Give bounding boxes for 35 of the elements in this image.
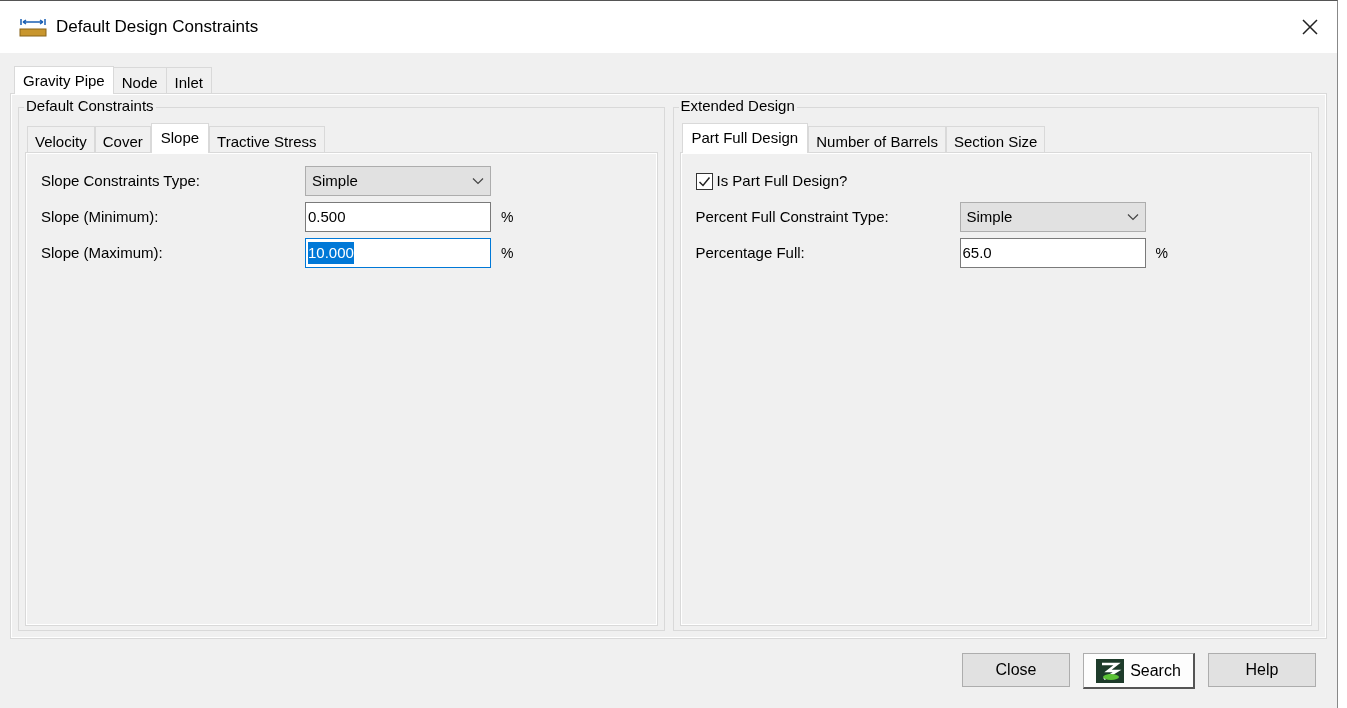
checkbox-label[interactable]: Is Part Full Design? — [716, 169, 848, 193]
dialog-button[interactable]: Close — [962, 653, 1070, 687]
tab[interactable]: Part Full Design — [681, 123, 809, 153]
close-icon[interactable] — [1301, 18, 1319, 36]
input-field[interactable]: 0.500 — [305, 202, 491, 232]
ruler-icon — [19, 17, 47, 37]
unit-label: % — [501, 243, 514, 263]
group-title: Extended Design — [678, 97, 797, 115]
field-label: Percent Full Constraint Type: — [695, 206, 890, 227]
dialog-button[interactable]: Help — [1208, 653, 1316, 687]
field-label: Slope Constraints Type: — [41, 170, 201, 191]
tab[interactable]: Velocity — [27, 126, 95, 152]
tab[interactable]: Node — [113, 67, 167, 93]
checkbox[interactable] — [695, 172, 713, 190]
field-label: Percentage Full: — [695, 242, 806, 263]
logo-icon — [1096, 658, 1125, 683]
tab[interactable]: Section Size — [945, 126, 1046, 152]
tab[interactable]: Cover — [94, 126, 151, 152]
dialog-button[interactable]: Search — [1083, 653, 1195, 689]
chevron-down-icon — [472, 177, 484, 185]
chevron-down-icon — [1126, 213, 1139, 221]
unit-label: % — [501, 207, 514, 227]
input-field[interactable]: 10.000 — [305, 238, 491, 268]
field-label: Slope (Minimum): — [41, 206, 160, 227]
tab[interactable]: Number of Barrels — [808, 126, 946, 152]
tab[interactable]: Inlet — [166, 67, 212, 93]
dropdown[interactable]: Simple — [305, 166, 491, 196]
window-title: Default Design Constraints — [56, 16, 259, 39]
tab[interactable]: Tractive Stress — [209, 126, 325, 152]
input-field[interactable]: 65.0 — [959, 238, 1146, 268]
dropdown[interactable]: Simple — [959, 202, 1146, 232]
tab[interactable]: Slope — [150, 123, 210, 153]
field-label: Slope (Maximum): — [41, 242, 164, 263]
tab[interactable]: Gravity Pipe — [14, 66, 114, 94]
unit-label: % — [1155, 243, 1168, 263]
